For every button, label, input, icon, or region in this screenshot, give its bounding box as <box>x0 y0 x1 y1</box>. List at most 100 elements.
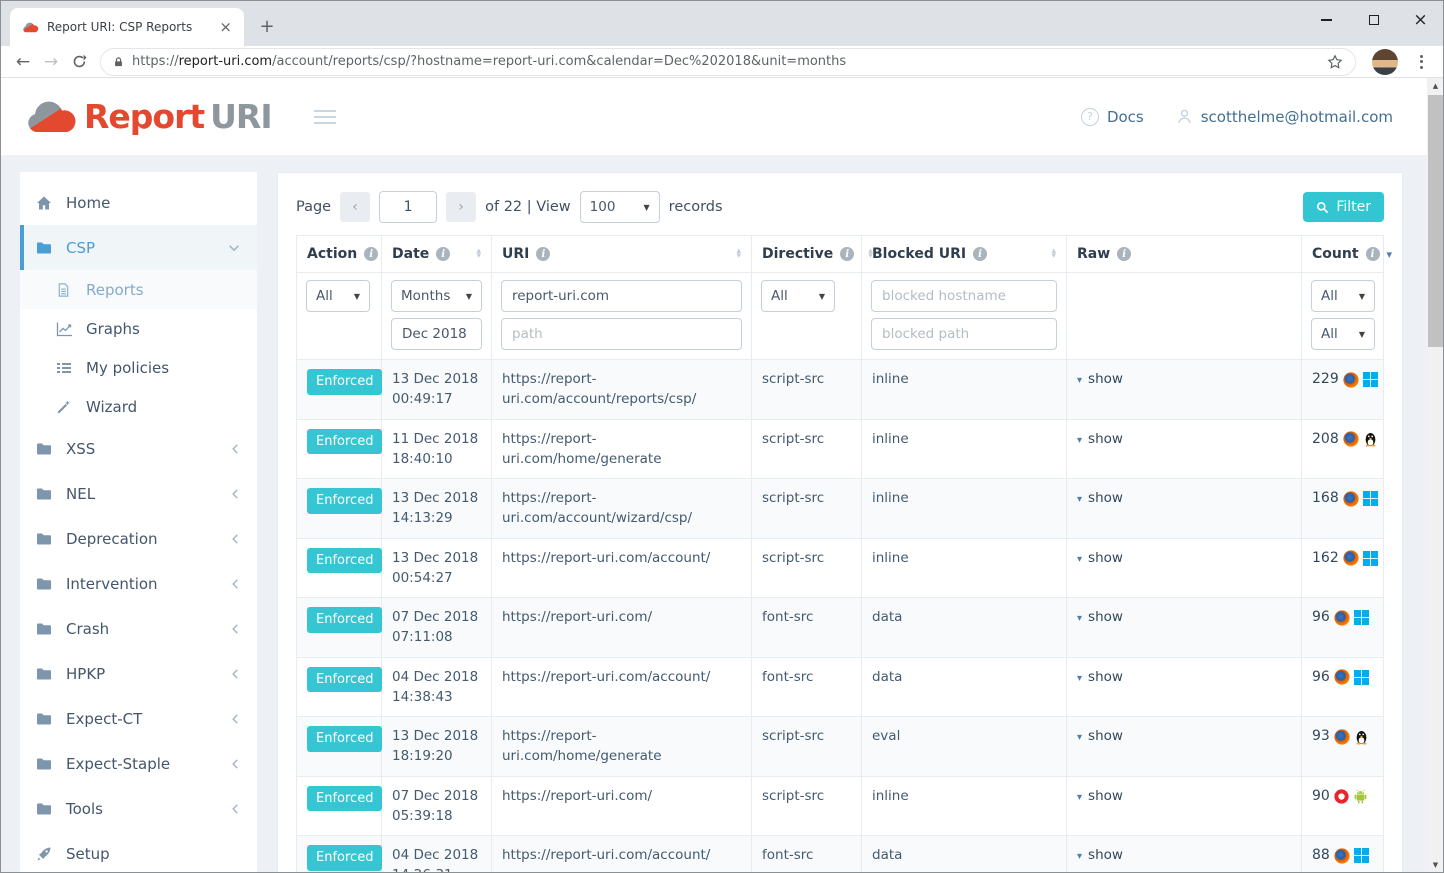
col-header-uri[interactable]: URIi▴▾ <box>492 236 752 273</box>
tab-close-icon[interactable]: × <box>215 20 236 35</box>
next-page-button[interactable]: › <box>446 192 476 222</box>
sidebar-item-hpkp[interactable]: HPKP <box>20 651 257 696</box>
window-maximize-button[interactable] <box>1350 0 1397 40</box>
records-per-page-select[interactable]: 100 ▼ <box>580 191 660 223</box>
report-uri: https://report-uri.com/home/generate <box>492 419 752 479</box>
forward-button[interactable]: → <box>38 49 64 75</box>
action-badge: Enforced <box>307 786 382 812</box>
sidebar-item-csp[interactable]: CSP <box>20 225 257 270</box>
uri-path-filter-input[interactable] <box>501 318 742 350</box>
user-menu[interactable]: scotthelme@hotmail.com <box>1176 108 1393 126</box>
blocked-path-filter-input[interactable] <box>871 318 1057 350</box>
raw-show-toggle[interactable]: ▾show <box>1077 490 1123 506</box>
count-filter-select-2[interactable]: All▼ <box>1311 318 1375 350</box>
col-header-date[interactable]: Datei▴▾ <box>382 236 492 273</box>
windows-icon <box>1363 372 1378 387</box>
user-email: scotthelme@hotmail.com <box>1201 108 1393 126</box>
scrollbar-thumb[interactable] <box>1428 95 1443 347</box>
docs-link[interactable]: ? Docs <box>1081 108 1144 126</box>
sidebar-item-wizard[interactable]: Wizard <box>20 387 257 426</box>
sidebar-item-setup[interactable]: Setup <box>20 831 257 873</box>
scrollbar-up-arrow[interactable]: ▲ <box>1427 78 1444 94</box>
report-count: 208 <box>1312 429 1373 450</box>
browser-tab[interactable]: Report URI: CSP Reports × <box>10 8 244 46</box>
report-uri-logo[interactable]: ReportURI <box>24 97 272 136</box>
date-filter-input[interactable] <box>391 318 482 350</box>
report-count: 229 <box>1312 369 1373 390</box>
col-header-count[interactable]: Counti▾ <box>1302 236 1384 273</box>
chevron-down-icon: ▼ <box>819 292 825 301</box>
sidebar-item-intervention[interactable]: Intervention <box>20 561 257 606</box>
sidebar-item-home[interactable]: Home <box>20 180 257 225</box>
page: ReportURI ? Docs scotthelme@hotmail.com … <box>0 78 1427 873</box>
browser-menu-button[interactable] <box>1408 55 1434 69</box>
scrollbar-down-arrow[interactable]: ▼ <box>1427 857 1444 873</box>
blocked-hostname-filter-input[interactable] <box>871 280 1057 312</box>
count-filter-select-1[interactable]: All▼ <box>1311 280 1375 312</box>
report-blocked-uri: data <box>862 657 1067 717</box>
raw-show-toggle[interactable]: ▾show <box>1077 847 1123 863</box>
sidebar-item-expect-staple[interactable]: Expect-Staple <box>20 741 257 786</box>
sidebar-item-label: Crash <box>66 620 109 638</box>
sort-icons[interactable]: ▴▾ <box>476 249 481 260</box>
sidebar-item-reports[interactable]: Reports <box>20 270 257 309</box>
window-scrollbar[interactable]: ▲ ▼ <box>1427 78 1444 873</box>
sidebar-item-tools[interactable]: Tools <box>20 786 257 831</box>
filter-button[interactable]: Filter <box>1303 192 1384 222</box>
raw-show-toggle[interactable]: ▾show <box>1077 728 1123 744</box>
report-date: 07 Dec 201807:11:08 <box>382 598 492 658</box>
raw-show-toggle[interactable]: ▾show <box>1077 371 1123 387</box>
sidebar-item-label: Wizard <box>86 398 137 416</box>
site-header: ReportURI ? Docs scotthelme@hotmail.com <box>0 78 1427 155</box>
report-count: 96 <box>1312 607 1373 628</box>
sidebar-item-xss[interactable]: XSS <box>20 426 257 471</box>
window-close-button[interactable]: × <box>1397 0 1444 40</box>
page-number-input[interactable] <box>379 191 437 223</box>
sidebar-item-my-policies[interactable]: My policies <box>20 348 257 387</box>
sidebar-item-expect-ct[interactable]: Expect-CT <box>20 696 257 741</box>
report-date: 13 Dec 201800:54:27 <box>382 538 492 598</box>
date-unit-select[interactable]: Months▼ <box>391 280 482 312</box>
report-uri: https://report-uri.com/account/ <box>492 836 752 873</box>
raw-show-toggle[interactable]: ▾show <box>1077 669 1123 685</box>
raw-show-toggle[interactable]: ▾show <box>1077 788 1123 804</box>
reload-button[interactable] <box>66 49 92 75</box>
sort-icons[interactable]: ▴▾ <box>736 249 741 260</box>
sidebar-item-crash[interactable]: Crash <box>20 606 257 651</box>
sidebar-item-deprecation[interactable]: Deprecation <box>20 516 257 561</box>
raw-show-toggle[interactable]: ▾show <box>1077 550 1123 566</box>
reports-card: Page ‹ › of 22 | View 100 ▼ records Filt… <box>277 172 1403 873</box>
uri-hostname-filter-input[interactable] <box>501 280 742 312</box>
col-header-blocked-uri[interactable]: Blocked URIi▴▾ <box>862 236 1067 273</box>
new-tab-button[interactable]: + <box>254 13 280 39</box>
windows-icon <box>1354 848 1369 863</box>
info-icon: i <box>436 247 450 261</box>
sidebar-item-label: HPKP <box>66 665 105 683</box>
profile-avatar[interactable] <box>1372 49 1398 75</box>
sidebar-item-label: Tools <box>66 800 103 818</box>
bookmark-star-icon[interactable] <box>1327 54 1343 70</box>
folder-icon <box>36 486 54 502</box>
sidebar-item-graphs[interactable]: Graphs <box>20 309 257 348</box>
prev-page-button[interactable]: ‹ <box>340 192 370 222</box>
info-icon: i <box>1366 247 1380 261</box>
action-filter-select[interactable]: All▼ <box>306 280 370 312</box>
caret-down-icon: ▾ <box>1077 554 1082 565</box>
raw-show-toggle[interactable]: ▾show <box>1077 431 1123 447</box>
directive-filter-select[interactable]: All▼ <box>761 280 835 312</box>
raw-show-toggle[interactable]: ▾show <box>1077 609 1123 625</box>
sidebar-item-nel[interactable]: NEL <box>20 471 257 516</box>
report-row: Enforced13 Dec 201814:13:29https://repor… <box>297 479 1384 539</box>
sort-desc-icon[interactable]: ▾ <box>1387 248 1393 261</box>
chevron-left-icon <box>229 803 241 815</box>
sidebar-toggle-button[interactable] <box>310 106 340 128</box>
report-row: Enforced07 Dec 201805:39:18https://repor… <box>297 776 1384 836</box>
col-header-directive[interactable]: Directivei▴▾ <box>752 236 862 273</box>
sidebar-item-label: XSS <box>66 440 95 458</box>
back-button[interactable]: ← <box>10 49 36 75</box>
window-minimize-button[interactable] <box>1303 0 1350 40</box>
folder-icon <box>36 756 54 772</box>
sort-icons[interactable]: ▴▾ <box>1051 249 1056 260</box>
folder-icon <box>36 621 54 637</box>
url-bar[interactable]: https://report-uri.com/account/reports/c… <box>100 48 1356 76</box>
